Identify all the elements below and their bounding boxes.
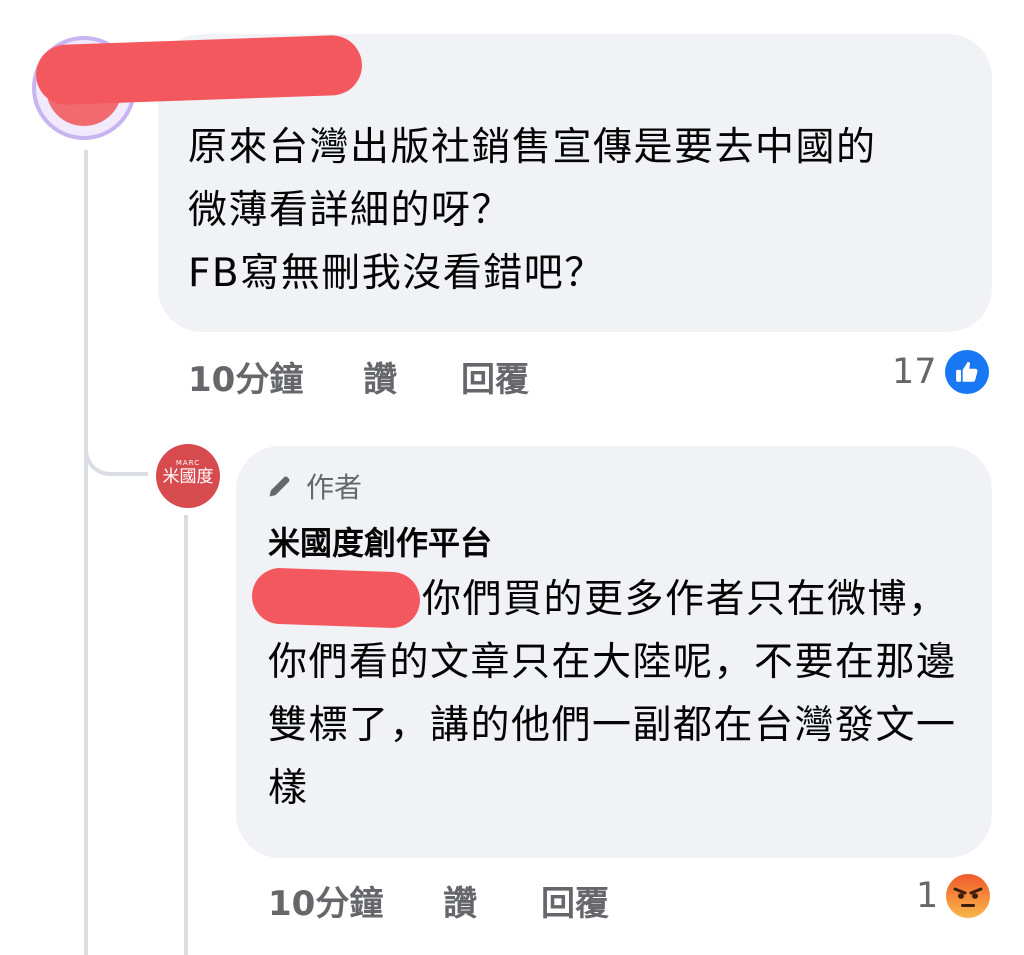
comment-text: 原來台灣出版社銷售宣傳是要去中國的 微薄看詳細的呀？ FB寫無刪我沒看錯吧？ — [188, 125, 877, 296]
reaction-count: 17 — [892, 352, 937, 392]
reply-button[interactable]: 回覆 — [461, 352, 529, 401]
like-button[interactable]: 讚 — [443, 876, 477, 925]
avatar-logo-small-text: MARC — [175, 459, 201, 467]
reply-timestamp[interactable]: 10分鐘 — [268, 876, 383, 925]
comment-thread: 原來台灣出版社銷售宣傳是要去中國的 微薄看詳細的呀？ FB寫無刪我沒看錯吧？ 1… — [0, 0, 1024, 955]
thread-connector — [84, 420, 148, 476]
reaction-summary[interactable]: 17 — [892, 350, 989, 394]
avatar-logo-text: 米國度 — [162, 467, 214, 487]
reply-author-name[interactable]: 米國度創作平台 — [268, 518, 492, 564]
redacted-commenter-name — [35, 34, 363, 106]
reply-actions: 10分鐘 讚 回覆 — [268, 876, 609, 925]
comment-actions: 10分鐘 讚 回覆 — [188, 352, 529, 401]
reply-button[interactable]: 回覆 — [541, 876, 609, 925]
author-badge-label: 作者 — [306, 471, 363, 504]
comment-timestamp[interactable]: 10分鐘 — [188, 352, 303, 401]
angry-icon — [946, 874, 991, 918]
pencil-icon — [269, 476, 290, 497]
like-icon — [944, 350, 989, 394]
thread-line — [84, 150, 88, 955]
reply-thread-line — [184, 515, 188, 955]
reaction-summary[interactable]: 1 — [916, 874, 991, 918]
reaction-count: 1 — [916, 876, 939, 916]
like-button[interactable]: 讚 — [363, 352, 397, 401]
author-avatar[interactable]: MARC 米國度 — [156, 444, 220, 508]
author-badge: 作者 — [266, 466, 362, 506]
redacted-mention — [251, 567, 421, 629]
